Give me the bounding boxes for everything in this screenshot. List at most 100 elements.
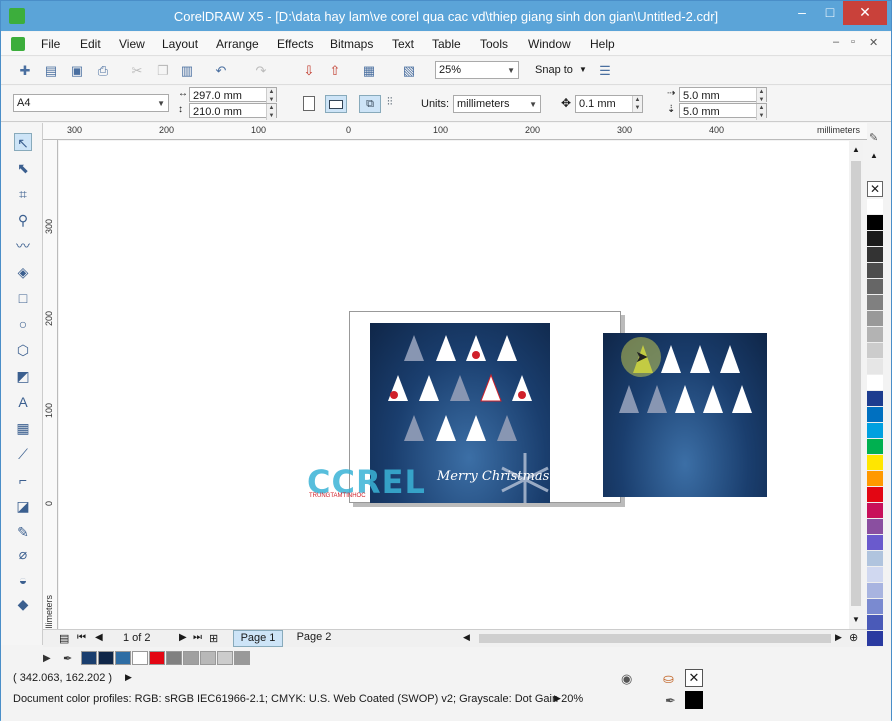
color-swatch[interactable] bbox=[867, 439, 883, 455]
minimize-button[interactable]: – bbox=[787, 1, 817, 25]
color-swatch[interactable] bbox=[867, 487, 883, 503]
spinner-icon[interactable]: ▲ ▼ bbox=[756, 88, 766, 104]
color-swatch[interactable] bbox=[867, 311, 883, 327]
document-color-swatch[interactable] bbox=[217, 651, 233, 665]
snap-to-dropdown[interactable]: Snap to bbox=[535, 64, 573, 76]
color-swatch[interactable] bbox=[867, 583, 883, 599]
document-color-swatch[interactable] bbox=[81, 651, 97, 665]
duplicate-x-input[interactable]: 5.0 mm ▲ ▼ bbox=[679, 87, 767, 104]
portrait-icon[interactable] bbox=[303, 96, 315, 111]
page-width-input[interactable]: 297.0 mm ▲ ▼ bbox=[189, 87, 277, 104]
new-icon[interactable]: ✚ bbox=[17, 63, 33, 79]
next-page-icon[interactable]: ▶ bbox=[179, 632, 187, 643]
menu-tools[interactable]: Tools bbox=[480, 37, 508, 51]
color-swatch[interactable] bbox=[867, 519, 883, 535]
scroll-down-icon[interactable]: ▼ bbox=[852, 615, 860, 624]
import-icon[interactable]: ⇩ bbox=[301, 63, 317, 79]
play-icon[interactable]: ▶ bbox=[43, 653, 51, 664]
zoom-select[interactable]: 25% ▼ bbox=[435, 61, 519, 79]
color-swatch[interactable] bbox=[867, 567, 883, 583]
eyedropper-tool-icon[interactable]: ✎ bbox=[14, 523, 32, 541]
horizontal-scroll-thumb[interactable] bbox=[479, 634, 831, 643]
menu-layout[interactable]: Layout bbox=[162, 37, 198, 51]
cut-icon[interactable]: ✂ bbox=[129, 63, 145, 79]
color-swatch[interactable] bbox=[867, 455, 883, 471]
copy-icon[interactable]: ❐ bbox=[155, 63, 171, 79]
outline-pen-icon[interactable]: ✒ bbox=[665, 693, 676, 709]
first-page-icon[interactable]: ⏮ bbox=[77, 632, 86, 643]
page-height-input[interactable]: 210.0 mm ▲ ▼ bbox=[189, 103, 277, 120]
outline-tool-icon[interactable]: ⌀ bbox=[14, 545, 32, 563]
open-icon[interactable]: ▤ bbox=[43, 63, 59, 79]
menu-text[interactable]: Text bbox=[392, 37, 414, 51]
color-swatch[interactable] bbox=[867, 375, 883, 391]
no-color-swatch[interactable]: ✕ bbox=[867, 181, 883, 197]
document-color-swatch[interactable] bbox=[200, 651, 216, 665]
outline-color-swatch[interactable] bbox=[685, 691, 703, 709]
rectangle-tool-icon[interactable]: □ bbox=[14, 289, 32, 307]
color-swatch[interactable] bbox=[867, 247, 883, 263]
color-swatch[interactable] bbox=[867, 199, 883, 215]
spinner-icon[interactable]: ▲ ▼ bbox=[266, 104, 276, 120]
vertical-scrollbar[interactable]: ▲ ▼ bbox=[849, 141, 863, 629]
menu-help[interactable]: Help bbox=[590, 37, 615, 51]
paper-type-select[interactable]: A4 ▼ bbox=[13, 94, 169, 112]
color-swatch[interactable] bbox=[867, 407, 883, 423]
color-swatch[interactable] bbox=[867, 391, 883, 407]
color-swatch[interactable] bbox=[867, 279, 883, 295]
color-swatch[interactable] bbox=[867, 327, 883, 343]
color-swatch[interactable] bbox=[867, 599, 883, 615]
menu-file[interactable]: File bbox=[41, 37, 60, 51]
menu-view[interactable]: View bbox=[119, 37, 145, 51]
menu-bitmaps[interactable]: Bitmaps bbox=[330, 37, 373, 51]
undo-icon[interactable]: ↶ bbox=[213, 63, 229, 79]
color-swatch[interactable] bbox=[867, 423, 883, 439]
drawing-canvas[interactable]: CCREL TRUNGTAMTINHOC Merry Christmas ➤ bbox=[59, 141, 849, 629]
duplicate-y-input[interactable]: 5.0 mm ▲ ▼ bbox=[679, 103, 767, 120]
color-swatch[interactable] bbox=[867, 503, 883, 519]
doc-minimize-icon[interactable]: – bbox=[833, 36, 839, 48]
pick-tool-icon[interactable]: ↖ bbox=[14, 133, 32, 151]
last-page-icon[interactable]: ⏭ bbox=[193, 632, 202, 643]
color-swatch[interactable] bbox=[867, 343, 883, 359]
menu-edit[interactable]: Edit bbox=[80, 37, 101, 51]
document-color-swatch[interactable] bbox=[166, 651, 182, 665]
landscape-button[interactable] bbox=[325, 95, 347, 113]
connector-tool-icon[interactable]: ⌐ bbox=[14, 471, 32, 489]
basic-shapes-tool-icon[interactable]: ◩ bbox=[14, 367, 32, 385]
zoom-tool-icon[interactable]: ⚲ bbox=[14, 211, 32, 229]
palette-scroll-up-icon[interactable]: ▲ bbox=[870, 151, 878, 160]
status-expand-icon[interactable]: ▶ bbox=[125, 672, 132, 683]
eyedropper-icon[interactable]: ✒ bbox=[63, 652, 72, 665]
add-page-icon[interactable]: ⊞ bbox=[209, 632, 218, 645]
maximize-button[interactable]: □ bbox=[815, 1, 845, 25]
color-profiles-text[interactable]: Document color profiles: RGB: sRGB IEC61… bbox=[13, 693, 583, 705]
interactive-fill-tool-icon[interactable]: ◆ bbox=[14, 595, 32, 613]
color-swatch[interactable] bbox=[867, 615, 883, 631]
current-page-icon[interactable]: ⫶⫶ bbox=[387, 96, 393, 109]
palette-pin-icon[interactable]: ✎ bbox=[869, 131, 878, 144]
close-button[interactable]: ✕ bbox=[843, 1, 887, 25]
fill-tool-icon[interactable]: ◒ bbox=[14, 571, 32, 589]
options-icon[interactable]: ☰ bbox=[597, 63, 613, 79]
save-icon[interactable]: ▣ bbox=[69, 63, 85, 79]
horizontal-ruler[interactable]: 300 200 100 0 100 200 300 400 millimeter… bbox=[43, 123, 867, 140]
doc-restore-icon[interactable]: ▫ bbox=[851, 36, 855, 48]
menu-effects[interactable]: Effects bbox=[277, 37, 313, 51]
redo-icon[interactable]: ↷ bbox=[253, 63, 269, 79]
scroll-right-icon[interactable]: ▶ bbox=[835, 632, 842, 643]
welcome-screen-icon[interactable]: ▧ bbox=[401, 63, 417, 79]
print-icon[interactable]: ⎙ bbox=[95, 63, 111, 79]
document-color-swatch[interactable] bbox=[132, 651, 148, 665]
color-swatch[interactable] bbox=[867, 535, 883, 551]
dimension-tool-icon[interactable]: ⟋ bbox=[14, 445, 32, 463]
fill-bucket-icon[interactable]: ⛀ bbox=[663, 671, 674, 687]
document-palette[interactable] bbox=[81, 651, 251, 665]
nudge-distance-input[interactable]: 0.1 mm ▲ ▼ bbox=[575, 95, 643, 113]
color-swatch[interactable] bbox=[867, 471, 883, 487]
ellipse-tool-icon[interactable]: ○ bbox=[14, 315, 32, 333]
tab-page-1[interactable]: Page 1 bbox=[233, 630, 283, 647]
text-tool-icon[interactable]: A bbox=[14, 393, 32, 411]
prev-page-icon[interactable]: ◀ bbox=[95, 632, 103, 643]
paste-icon[interactable]: ▥ bbox=[179, 63, 195, 79]
